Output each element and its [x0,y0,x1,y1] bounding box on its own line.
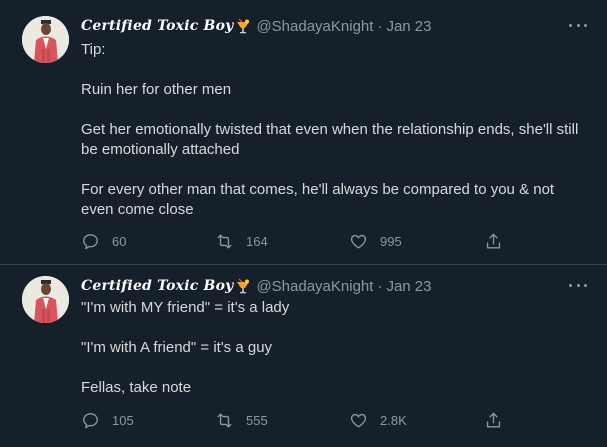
reply-icon [83,412,98,428]
display-name[interactable]: Certified Toxic Boy [81,278,233,294]
tweet-line: "I'm with MY friend" = it's a lady [81,299,290,316]
retweet-icon [217,233,232,249]
tweet-date[interactable]: Jan 23 [386,18,431,35]
reply-count: 105 [112,412,134,428]
tweet-actions: 105 555 2.8K [81,410,511,430]
avatar[interactable] [22,16,69,63]
reply-button[interactable]: 60 [81,232,126,251]
user-handle[interactable]: @ShadayaKnight [256,278,373,295]
user-handle[interactable]: @ShadayaKnight [256,18,373,35]
retweet-button[interactable]: 555 [215,411,268,430]
tweet-text: Tip: Ruin her for other men Get her emot… [81,40,581,220]
tweet-line [81,100,581,120]
tweet-header: Certified Toxic Boy @ShadayaKnight · Jan… [81,16,431,36]
separator-dot: · [377,17,383,35]
reply-icon [83,233,98,249]
like-count: 995 [380,233,402,249]
tweet-line [81,60,581,80]
like-button[interactable]: 995 [349,232,402,251]
like-icon [350,234,367,249]
more-icon[interactable] [569,278,587,292]
share-button[interactable] [484,232,503,251]
tweet[interactable]: Certified Toxic Boy @ShadayaKnight · Jan… [0,265,607,447]
retweet-count: 555 [246,412,268,428]
tweet-date[interactable]: Jan 23 [386,278,431,295]
like-button[interactable]: 2.8K [349,411,407,430]
tweet-line: For every other man that comes, he'll al… [81,181,555,198]
tweet-line: even come close [81,201,194,218]
reply-count: 60 [112,233,127,249]
retweet-button[interactable]: 164 [215,232,268,251]
more-icon[interactable] [569,18,587,32]
share-icon [486,412,501,428]
tweet-line: be emotionally attached [81,141,240,158]
tweet-line: Tip: [81,41,106,58]
tweet-actions: 60 164 995 [81,231,511,251]
reply-button[interactable]: 105 [81,411,134,430]
tropical-drink-emoji-icon [235,278,251,294]
retweet-icon [217,412,232,428]
tweet-header: Certified Toxic Boy @ShadayaKnight · Jan… [81,276,431,296]
retweet-count: 164 [246,233,268,249]
tweet-line [81,318,581,338]
tropical-drink-emoji-icon [235,18,251,34]
like-icon [350,413,367,428]
timeline: Certified Toxic Boy @ShadayaKnight · Jan… [0,0,607,447]
avatar[interactable] [22,276,69,323]
like-count: 2.8K [380,412,407,428]
tweet-line: Fellas, take note [81,379,192,396]
tweet-line: "I'm with A friend" = it's a guy [81,339,273,356]
display-name[interactable]: Certified Toxic Boy [81,18,233,34]
share-button[interactable] [484,411,503,430]
tweet-line [81,358,581,378]
tweet-line: Get her emotionally twisted that even wh… [81,121,579,138]
tweet-line [81,160,581,180]
tweet-line: Ruin her for other men [81,81,232,98]
tweet[interactable]: Certified Toxic Boy @ShadayaKnight · Jan… [0,0,607,265]
share-icon [486,233,501,249]
separator-dot: · [377,277,383,295]
tweet-text: "I'm with MY friend" = it's a lady "I'm … [81,298,581,398]
